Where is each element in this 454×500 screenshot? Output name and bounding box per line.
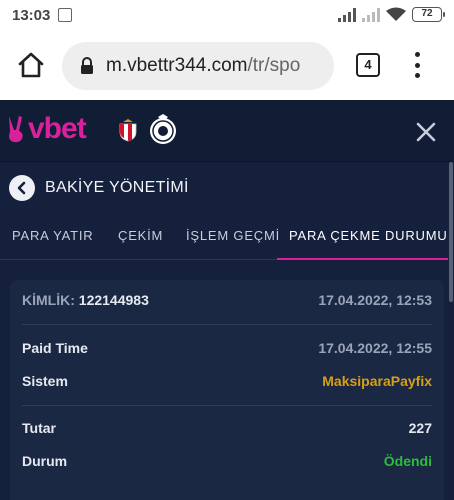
status-value: Ödendi — [383, 453, 432, 469]
logo-text: vbet — [28, 112, 87, 145]
status-label: Durum — [22, 453, 68, 469]
status-bar: 13:03 72 — [0, 0, 454, 32]
home-button[interactable] — [14, 48, 48, 82]
status-time: 13:03 — [12, 7, 51, 24]
scrollbar[interactable] — [449, 162, 453, 302]
amount-label: Tutar — [22, 420, 56, 436]
system-row: Sistem MaksiparaPayfix — [22, 373, 432, 389]
id-value: 122144983 — [78, 292, 149, 308]
divider — [22, 324, 432, 325]
chevron-left-icon — [17, 181, 26, 195]
paid-time-value: 17.04.2022, 12:55 — [318, 340, 432, 356]
tab-switcher-button[interactable]: 4 — [356, 53, 380, 77]
tab-bar: PARA YATIR ÇEKİM İŞLEM GEÇMİ PARA ÇEKME … — [0, 214, 448, 260]
system-value: MaksiparaPayfix — [322, 373, 432, 389]
url-text: m.vbettr344.com/tr/spo — [106, 55, 300, 77]
url-path: /tr/spo — [247, 55, 301, 76]
tab-transaction-history[interactable]: İŞLEM GEÇMİ — [186, 228, 280, 243]
paid-time-label: Paid Time — [22, 340, 88, 356]
withdrawal-id-row: KİMLİK: 122144983 17.04.2022, 12:53 — [22, 292, 432, 308]
tab-deposit[interactable]: PARA YATIR — [12, 228, 93, 243]
more-vert-icon[interactable] — [407, 50, 427, 80]
status-row: Durum Ödendi — [22, 453, 432, 469]
system-label: Sistem — [22, 373, 68, 389]
club-badge-icon[interactable] — [147, 114, 179, 146]
withdrawal-card: KİMLİK: 122144983 17.04.2022, 12:53 Paid… — [10, 280, 444, 500]
amount-value: 227 — [408, 420, 432, 436]
status-icons: 72 — [338, 7, 445, 22]
amount-row: Tutar 227 — [22, 420, 432, 436]
gallery-icon — [58, 8, 72, 22]
signal-icon — [338, 7, 356, 22]
back-button[interactable] — [9, 175, 35, 201]
created-date: 17.04.2022, 12:53 — [318, 292, 432, 308]
battery-icon: 72 — [412, 7, 445, 22]
withdrawal-id: KİMLİK: 122144983 — [22, 292, 149, 308]
page-title: BAKİYE YÖNETİMİ — [45, 179, 189, 196]
lock-icon — [81, 57, 93, 74]
browser-toolbar: m.vbettr344.com/tr/spo 4 — [0, 32, 454, 100]
vbet-logo[interactable]: vbet — [6, 112, 87, 146]
tab-withdraw[interactable]: ÇEKİM — [118, 228, 163, 243]
divider — [22, 405, 432, 406]
app-container: vbet BAKİYE YÖNETİMİ PARA YATIR ÇEKİM İŞ… — [0, 100, 454, 500]
home-icon — [18, 52, 44, 78]
active-tab-indicator — [277, 258, 448, 260]
url-domain: m.vbettr344.com — [106, 55, 248, 76]
tab-withdrawal-status[interactable]: PARA ÇEKME DURUMU — [289, 228, 448, 243]
wifi-icon — [386, 7, 406, 21]
signal-icon — [362, 7, 380, 22]
app-header: vbet — [0, 100, 454, 162]
paid-time-row: Paid Time 17.04.2022, 12:55 — [22, 340, 432, 356]
club-crest-icon[interactable] — [119, 118, 137, 142]
url-bar[interactable]: m.vbettr344.com/tr/spo — [62, 42, 334, 90]
id-label: KİMLİK: — [22, 292, 75, 308]
victory-hand-icon — [9, 116, 23, 143]
close-icon[interactable] — [412, 118, 440, 146]
title-row: BAKİYE YÖNETİMİ — [0, 162, 448, 214]
